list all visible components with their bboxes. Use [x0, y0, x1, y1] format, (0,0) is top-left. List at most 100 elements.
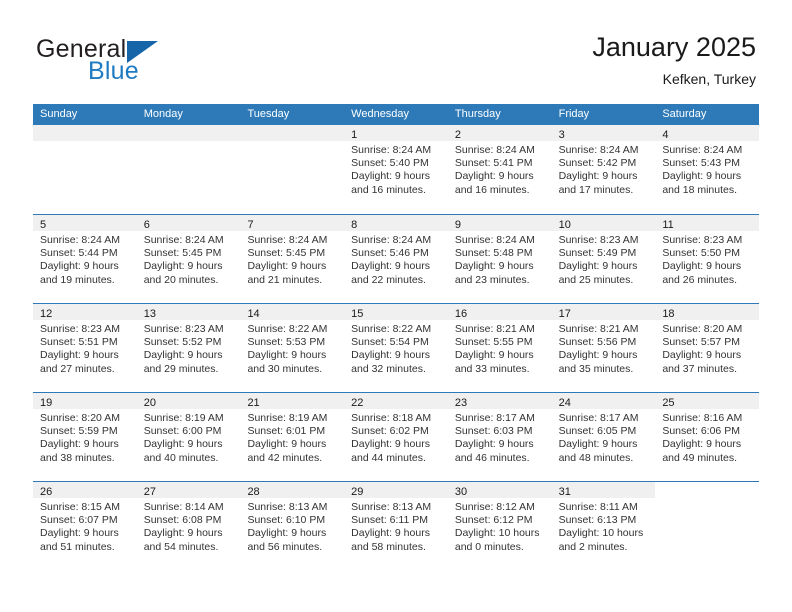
- calendar-day-cell[interactable]: 23 Sunrise: 8:17 AM Sunset: 6:03 PM Dayligh…: [447, 393, 552, 481]
- calendar-day-cell[interactable]: 6 Sunrise: 8:24 AM Sunset: 5:45 PM Daylight…: [136, 215, 241, 303]
- day-number: 14: [247, 308, 260, 320]
- sunrise-text: Sunrise: 8:18 AM: [351, 412, 432, 424]
- calendar-day-cell[interactable]: 2 Sunrise: 8:24 AM Sunset: 5:41 PM Daylight…: [447, 125, 552, 214]
- calendar-day-cell[interactable]: 21 Sunrise: 8:19 AM Sunset: 6:01 PM Dayligh…: [240, 393, 345, 481]
- calendar-day-cell[interactable]: 16 Sunrise: 8:21 AM Sunset: 5:55 PM Dayligh…: [447, 304, 552, 392]
- day-number-band: 22: [344, 393, 448, 409]
- calendar-day-cell[interactable]: 12 Sunrise: 8:23 AM Sunset: 5:51 PM Dayligh…: [33, 304, 137, 392]
- day-info: Sunrise: 8:24 AM Sunset: 5:48 PM Daylight:…: [448, 231, 552, 287]
- sunset-text: Sunset: 5:57 PM: [662, 336, 740, 349]
- calendar-day-cell[interactable]: 31 Sunrise: 8:11 AM Sunset: 6:13 PM Dayligh…: [551, 482, 656, 570]
- calendar-day-cell[interactable]: 20 Sunrise: 8:19 AM Sunset: 6:00 PM Dayligh…: [136, 393, 241, 481]
- daylight-text-line2: and 16 minutes.: [454, 183, 530, 196]
- day-number-band: 5: [33, 215, 137, 231]
- day-info: Sunrise: 8:22 AM Sunset: 5:54 PM Daylight:…: [344, 320, 448, 376]
- day-number: 30: [454, 486, 468, 498]
- day-number: 28: [247, 486, 260, 498]
- day-info: Sunrise: 8:23 AM Sunset: 5:51 PM Daylight:…: [33, 320, 137, 376]
- daylight-text-line2: and 20 minutes.: [143, 273, 219, 286]
- calendar-day-cell[interactable]: 30 Sunrise: 8:12 AM Sunset: 6:12 PM Dayligh…: [447, 482, 552, 570]
- title-block: January 2025 Kefken, Turkey: [592, 30, 756, 88]
- sunset-text: Sunset: 6:05 PM: [558, 425, 637, 438]
- day-info: Sunrise: 8:11 AM Sunset: 6:13 PM Daylight:…: [552, 498, 656, 554]
- calendar-day-cell[interactable]: 13 Sunrise: 8:23 AM Sunset: 5:52 PM Dayligh…: [136, 304, 241, 392]
- calendar-day-cell[interactable]: 15 Sunrise: 8:22 AM Sunset: 5:54 PM Dayligh…: [344, 304, 448, 392]
- calendar-day-cell[interactable]: 9 Sunrise: 8:24 AM Sunset: 5:48 PM Daylight…: [447, 215, 552, 303]
- day-number-band: 23: [447, 393, 552, 409]
- day-number: 11: [662, 219, 674, 231]
- calendar-day-cell[interactable]: 10 Sunrise: 8:23 AM Sunset: 5:49 PM Dayligh…: [551, 215, 656, 303]
- day-number: 9: [454, 219, 461, 231]
- day-number-band: 4: [655, 125, 760, 141]
- day-number-band: 20: [136, 393, 241, 409]
- calendar-day-cell[interactable]: 4 Sunrise: 8:24 AM Sunset: 5:43 PM Daylight…: [655, 125, 760, 214]
- sunset-text: Sunset: 5:46 PM: [351, 247, 429, 260]
- daylight-text-line2: and 58 minutes.: [351, 540, 426, 553]
- day-info: Sunrise: 8:21 AM Sunset: 5:56 PM Daylight:…: [552, 320, 656, 376]
- daylight-text-line1: Daylight: 9 hours: [143, 527, 223, 540]
- day-number: 5: [40, 219, 47, 231]
- day-info: Sunrise: 8:14 AM Sunset: 6:08 PM Daylight:…: [137, 498, 241, 554]
- daylight-text-line2: and 27 minutes.: [40, 362, 115, 375]
- daylight-text-line1: Daylight: 9 hours: [247, 349, 327, 362]
- sunset-text: Sunset: 6:13 PM: [558, 514, 637, 527]
- day-number-band: 27: [136, 482, 241, 498]
- calendar-day-cell[interactable]: 26 Sunrise: 8:15 AM Sunset: 6:07 PM Dayligh…: [33, 482, 137, 570]
- calendar-day-cell[interactable]: 19 Sunrise: 8:20 AM Sunset: 5:59 PM Dayligh…: [33, 393, 137, 481]
- sunrise-text: Sunrise: 8:23 AM: [558, 234, 639, 246]
- sunset-text: Sunset: 5:43 PM: [662, 157, 740, 170]
- sunset-text: Sunset: 6:10 PM: [247, 514, 326, 527]
- day-info: Sunrise: 8:13 AM Sunset: 6:11 PM Daylight:…: [344, 498, 448, 554]
- sunrise-text: Sunrise: 8:11 AM: [558, 501, 638, 513]
- calendar-day-cell[interactable]: 29 Sunrise: 8:13 AM Sunset: 6:11 PM Dayligh…: [344, 482, 448, 570]
- day-number-band: [655, 482, 760, 498]
- weekday-header-monday: Monday: [143, 108, 183, 120]
- calendar-day-cell[interactable]: 25 Sunrise: 8:16 AM Sunset: 6:06 PM Dayligh…: [655, 393, 760, 481]
- calendar-day-cell[interactable]: 8 Sunrise: 8:24 AM Sunset: 5:46 PM Daylight…: [344, 215, 448, 303]
- sunrise-text: Sunrise: 8:19 AM: [143, 412, 224, 424]
- daylight-text-line2: and 17 minutes.: [558, 183, 634, 196]
- day-info: Sunrise: 8:23 AM Sunset: 5:52 PM Daylight:…: [137, 320, 241, 376]
- calendar-day-cell[interactable]: 5 Sunrise: 8:24 AM Sunset: 5:44 PM Daylight…: [33, 215, 137, 303]
- daylight-text-line2: and 49 minutes.: [662, 451, 738, 464]
- daylight-text-line1: Daylight: 9 hours: [662, 260, 742, 273]
- calendar-day-cell[interactable]: 22 Sunrise: 8:18 AM Sunset: 6:02 PM Dayligh…: [344, 393, 448, 481]
- sunset-text: Sunset: 6:08 PM: [143, 514, 222, 527]
- calendar-day-cell[interactable]: 18 Sunrise: 8:20 AM Sunset: 5:57 PM Dayligh…: [655, 304, 760, 392]
- calendar-day-cell[interactable]: 7 Sunrise: 8:24 AM Sunset: 5:45 PM Daylight…: [240, 215, 345, 303]
- calendar-day-cell[interactable]: 14 Sunrise: 8:22 AM Sunset: 5:53 PM Dayligh…: [240, 304, 345, 392]
- day-info: Sunrise: 8:19 AM Sunset: 6:01 PM Daylight:…: [240, 409, 344, 465]
- calendar-week-row: 5 Sunrise: 8:24 AM Sunset: 5:44 PM Daylight…: [33, 214, 760, 303]
- calendar-week-row: 12 Sunrise: 8:23 AM Sunset: 5:51 PM Dayligh…: [33, 303, 760, 392]
- calendar-empty-cell: [655, 482, 760, 570]
- calendar-day-cell[interactable]: 27 Sunrise: 8:14 AM Sunset: 6:08 PM Dayligh…: [136, 482, 241, 570]
- weekday-header-thursday: Thursday: [454, 108, 501, 120]
- sunset-text: Sunset: 6:12 PM: [454, 514, 533, 527]
- brand-logo[interactable]: General Blue: [36, 36, 246, 88]
- daylight-text-line2: and 16 minutes.: [351, 183, 426, 196]
- sunset-text: Sunset: 5:49 PM: [558, 247, 637, 260]
- day-info: Sunrise: 8:21 AM Sunset: 5:55 PM Daylight:…: [448, 320, 552, 376]
- day-number-band: 19: [33, 393, 137, 409]
- calendar-day-cell[interactable]: 3 Sunrise: 8:24 AM Sunset: 5:42 PM Daylight…: [551, 125, 656, 214]
- calendar-week-row: 26 Sunrise: 8:15 AM Sunset: 6:07 PM Dayligh…: [33, 481, 760, 570]
- day-info: Sunrise: 8:24 AM Sunset: 5:45 PM Daylight:…: [137, 231, 241, 287]
- calendar-day-cell[interactable]: 11 Sunrise: 8:23 AM Sunset: 5:50 PM Dayligh…: [655, 215, 760, 303]
- day-number-band: 9: [447, 215, 552, 231]
- day-number: 31: [558, 486, 571, 498]
- sunrise-text: Sunrise: 8:20 AM: [40, 412, 120, 424]
- calendar-day-cell[interactable]: 24 Sunrise: 8:17 AM Sunset: 6:05 PM Dayligh…: [551, 393, 656, 481]
- sunset-text: Sunset: 6:00 PM: [143, 425, 222, 438]
- sunset-text: Sunset: 5:56 PM: [558, 336, 637, 349]
- daylight-text-line1: Daylight: 9 hours: [662, 349, 742, 362]
- weekday-header-row: Sunday Monday Tuesday Wednesday Thursday Frid…: [33, 104, 759, 125]
- calendar-grid: Sunday Monday Tuesday Wednesday Thursday Frid…: [33, 104, 760, 570]
- daylight-text-line1: Daylight: 9 hours: [454, 170, 534, 183]
- calendar-day-cell[interactable]: 28 Sunrise: 8:13 AM Sunset: 6:10 PM Dayligh…: [240, 482, 345, 570]
- day-number: 24: [558, 397, 571, 409]
- day-number: 27: [143, 486, 156, 498]
- sunrise-text: Sunrise: 8:20 AM: [662, 323, 743, 335]
- calendar-day-cell[interactable]: 1 Sunrise: 8:24 AM Sunset: 5:40 PM Daylight…: [344, 125, 448, 214]
- sunset-text: Sunset: 5:42 PM: [558, 157, 637, 170]
- calendar-day-cell[interactable]: 17 Sunrise: 8:21 AM Sunset: 5:56 PM Dayligh…: [551, 304, 656, 392]
